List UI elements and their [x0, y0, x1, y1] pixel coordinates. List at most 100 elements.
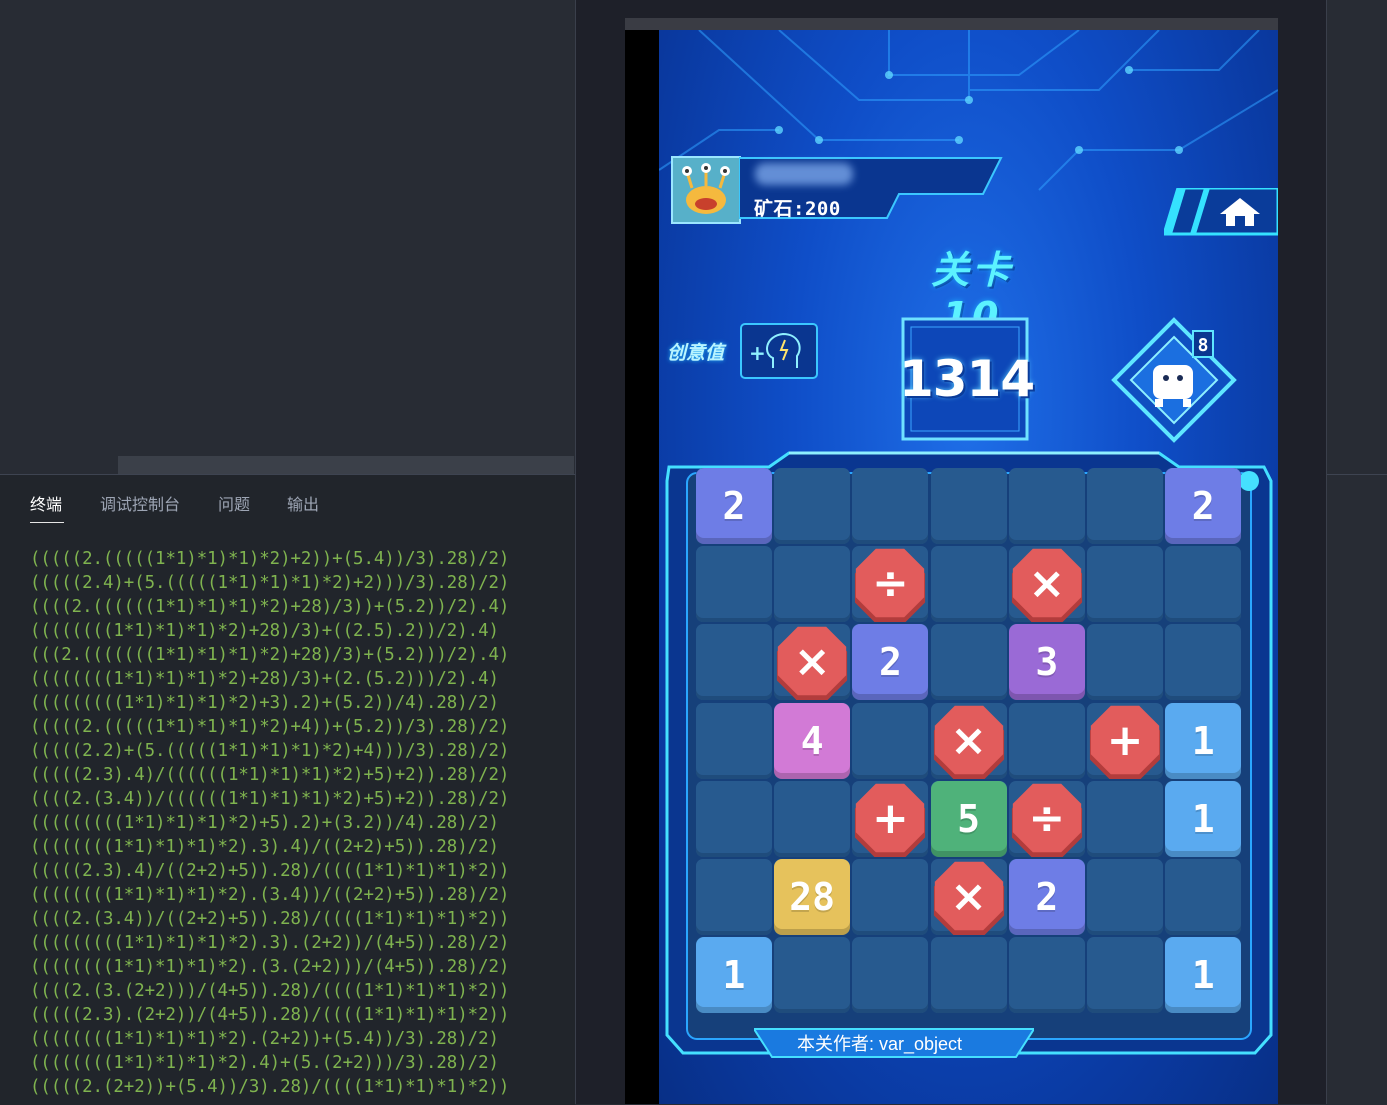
number-tile[interactable]: 1	[1165, 937, 1242, 1014]
board-cell[interactable]	[852, 468, 929, 544]
editor-area[interactable]	[0, 0, 575, 474]
operator-tile[interactable]: ×	[931, 859, 1007, 935]
terminal-line: ((((((((1*1)*1)*1)*2)+28)/3)+((2.5).2))/…	[30, 621, 499, 641]
number-tile[interactable]: 1	[696, 937, 772, 1014]
board-cell[interactable]	[1165, 859, 1242, 935]
number-tile-label: 2	[878, 640, 902, 685]
panel-tab-bar: 终端 调试控制台 问题 输出	[0, 475, 575, 529]
board-cell[interactable]	[1087, 937, 1163, 1014]
board-cell[interactable]	[930, 468, 1007, 544]
score-value: 1314	[899, 350, 1035, 408]
tab-terminal[interactable]: 终端	[30, 491, 65, 523]
number-tile-label: 4	[800, 718, 824, 763]
game-screen: 矿石:200 关卡10 创意值 + 1314 8 2 2 ÷ × × 2 3 4…	[659, 30, 1278, 1104]
board-cell[interactable]	[1087, 780, 1163, 857]
board-cell[interactable]	[774, 780, 851, 857]
number-tile-label: 28	[789, 875, 836, 919]
terminal-line: (((((2.3).(2+2))/(4+5)).28)/((((1*1)*1)*…	[30, 1005, 510, 1025]
number-tile-label: 2	[1191, 484, 1215, 528]
terminal-line: ((((((((1*1)*1)*1)*2)+28)/3)+(2.(5.2)))/…	[30, 669, 499, 689]
number-tile-label: 1	[1191, 796, 1215, 841]
terminal-line: (((((2.2)+(5.(((((1*1)*1)*1)*2)+4)))/3).…	[30, 741, 510, 761]
number-tile[interactable]: 2	[696, 468, 772, 544]
operator-symbol: ÷	[871, 558, 909, 610]
number-tile-label: 1	[722, 953, 746, 998]
board-cell[interactable]	[852, 702, 929, 779]
board-cell[interactable]	[1165, 624, 1242, 701]
terminal-line: ((((2.(3.4))/((((((1*1)*1)*1)*2)+5)+2)).…	[30, 789, 510, 809]
terminal-line: ((((((((1*1)*1)*1)*2).4)+(5.(2+2)))/3).2…	[30, 1053, 499, 1073]
editor-horizontal-scrollbar[interactable]	[118, 456, 574, 474]
operator-tile[interactable]: +	[852, 781, 928, 857]
operator-tile[interactable]: ×	[774, 624, 850, 701]
board-cell[interactable]	[1087, 859, 1163, 935]
home-button[interactable]	[1164, 188, 1278, 236]
number-tile[interactable]: 2	[1165, 468, 1242, 544]
board-cell[interactable]	[930, 624, 1007, 701]
board-cell[interactable]	[774, 546, 851, 623]
operator-symbol: +	[1106, 714, 1144, 766]
robot-badge: 8	[1198, 335, 1209, 356]
terminal-line: (((((2.(((((1*1)*1)*1)*2)+4))+(5.2))/3).…	[30, 717, 510, 737]
board-cell[interactable]	[696, 859, 772, 935]
terminal-line: ((((((((1*1)*1)*1)*2).3).4)/((2+2)+5)).2…	[30, 837, 499, 857]
board-cell[interactable]	[696, 780, 772, 857]
terminal-line: (((((((((1*1)*1)*1)*2).3).(2+2))/(4+5)).…	[30, 933, 510, 953]
operator-symbol: +	[871, 792, 909, 844]
terminal-line: ((((((((1*1)*1)*1)*2).(2+2))+(5.4))/3).2…	[30, 1029, 499, 1049]
number-tile[interactable]: 1	[1165, 702, 1242, 779]
device-left-bezel	[625, 30, 659, 1104]
terminal-line: (((((2.3).4)/((2+2)+5)).28)/((((1*1)*1)*…	[30, 861, 510, 881]
operator-symbol: ÷	[1028, 792, 1066, 844]
board-cell[interactable]	[1087, 546, 1163, 623]
terminal-line: ((((((((1*1)*1)*1)*2).(3.4))/((2+2)+5)).…	[30, 885, 510, 905]
number-tile[interactable]: 5	[930, 780, 1007, 857]
number-tile-label: 2	[1035, 875, 1059, 919]
tab-problems[interactable]: 问题	[218, 491, 250, 515]
board-cell[interactable]	[774, 937, 851, 1014]
board-cell[interactable]	[696, 546, 772, 623]
board-cell[interactable]	[930, 546, 1007, 623]
operator-tile[interactable]: +	[1087, 703, 1163, 779]
operator-tile[interactable]: ÷	[1009, 781, 1085, 857]
player-avatar[interactable]	[671, 156, 741, 224]
operator-tile[interactable]: ×	[931, 703, 1007, 779]
board-cell[interactable]	[1008, 702, 1085, 779]
terminal-output[interactable]: (((((2.(((((1*1)*1)*1)*2)+2))+(5.4))/3).…	[30, 547, 509, 1099]
game-board: 2 2 ÷ × × 2 3 4 × +1 +5 ÷ 1 28 × 2 1 1	[696, 468, 1244, 1018]
board-cell[interactable]	[696, 624, 772, 701]
number-tile[interactable]: 28	[774, 859, 851, 935]
board-cell[interactable]	[1165, 546, 1242, 623]
operator-symbol: ×	[950, 714, 988, 766]
board-cell[interactable]	[774, 468, 851, 544]
board-cell[interactable]	[852, 859, 929, 935]
svg-text:+: +	[749, 341, 766, 365]
ore-count: 矿石:200	[754, 198, 841, 220]
number-tile[interactable]: 2	[852, 624, 929, 701]
operator-symbol: ×	[1028, 558, 1066, 610]
number-tile-label: 3	[1035, 640, 1059, 685]
operator-symbol: ×	[950, 871, 988, 922]
number-tile-label: 2	[722, 484, 746, 528]
number-tile[interactable]: 1	[1165, 780, 1242, 857]
board-cell[interactable]	[1087, 624, 1163, 701]
right-sidebar	[1326, 0, 1387, 1104]
level-author: 本关作者: var_object	[797, 1034, 963, 1054]
board-cell[interactable]	[852, 937, 929, 1014]
terminal-line: (((((((((1*1)*1)*1)*2)+5).2)+(3.2))/4).2…	[30, 813, 499, 833]
creativity-label: 创意值	[667, 342, 725, 364]
add-creativity-button[interactable]: +	[739, 320, 829, 384]
board-cell[interactable]	[930, 937, 1007, 1014]
number-tile-label: 5	[957, 796, 981, 841]
board-cell[interactable]	[696, 702, 772, 779]
number-tile[interactable]: 2	[1008, 859, 1085, 935]
operator-tile[interactable]: ÷	[852, 546, 928, 623]
number-tile[interactable]: 4	[774, 702, 851, 779]
tab-debug-console[interactable]: 调试控制台	[100, 491, 180, 515]
operator-tile[interactable]: ×	[1009, 546, 1085, 623]
board-cell[interactable]	[1087, 468, 1163, 544]
board-cell[interactable]	[1008, 468, 1085, 544]
board-cell[interactable]	[1008, 937, 1085, 1014]
tab-output[interactable]: 输出	[287, 491, 319, 515]
number-tile[interactable]: 3	[1008, 624, 1085, 701]
